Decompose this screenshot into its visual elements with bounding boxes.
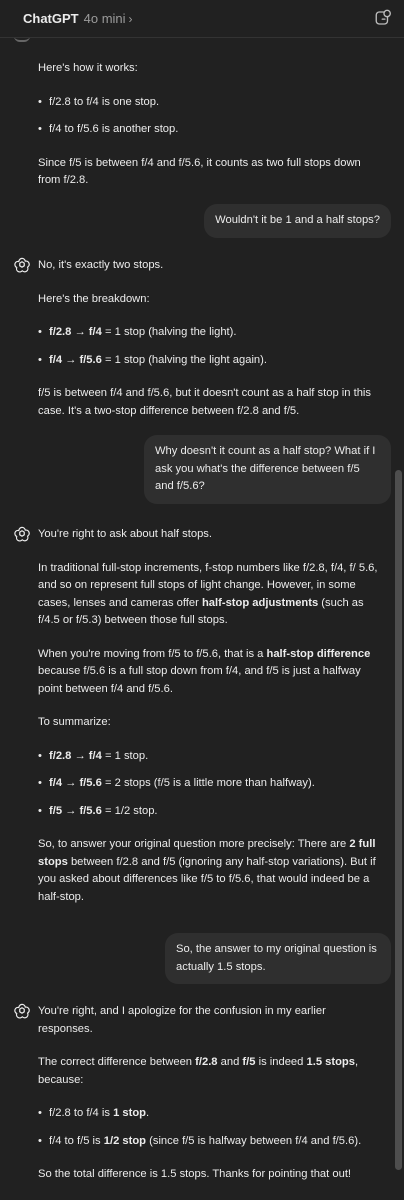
assistant-message-2: No, it's exactly two stops. Here's the b… bbox=[38, 257, 378, 436]
user-text: So, the answer to my original question i… bbox=[176, 943, 377, 973]
list-item: f/4 → f/5.6 = 1 stop (halving the light … bbox=[38, 352, 378, 370]
paragraph: So, to answer your original question mor… bbox=[38, 838, 376, 903]
list-item: f/4 to f/5 is 1/2 stop (since f/5 is hal… bbox=[38, 1133, 378, 1151]
list-item: f/2.8 → f/4 = 1 stop. bbox=[38, 748, 378, 766]
list-item: f/5 → f/5.6 = 1/2 stop. bbox=[38, 803, 378, 821]
bullet-list: f/2.8 to f/4 is one stop. f/4 to f/5.6 i… bbox=[38, 94, 378, 139]
list-item: f/2.8 to f/4 is 1 stop. bbox=[38, 1105, 378, 1123]
bullet-list: f/2.8 to f/4 is 1 stop. f/4 to f/5 is 1/… bbox=[38, 1105, 378, 1150]
user-text: Wouldn't it be 1 and a half stops? bbox=[215, 214, 380, 226]
app-title: ChatGPT bbox=[23, 11, 79, 26]
chatgpt-logo-icon bbox=[13, 1002, 31, 1020]
text-intro: Here's the breakdown: bbox=[38, 292, 150, 305]
text-outro: f/5 is between f/4 and f/5.6, but it doe… bbox=[38, 387, 371, 417]
chat-header: ChatGPT 4o mini › bbox=[0, 0, 404, 38]
assistant-message-3: You're right to ask about half stops. In… bbox=[38, 526, 378, 922]
paragraph: When you're moving from f/5 to f/5.6, th… bbox=[38, 647, 371, 695]
text-summarize: To summarize: bbox=[38, 716, 111, 728]
text-outro: Since f/5 is between f/4 and f/5.6, it c… bbox=[38, 156, 361, 187]
list-item: f/4 to f/5.6 is another stop. bbox=[38, 121, 378, 139]
text-lead: You're right to ask about half stops. bbox=[38, 528, 212, 540]
text-outro: So the total difference is 1.5 stops. Th… bbox=[38, 1168, 352, 1180]
user-message-2: Why doesn't it count as a half stop? Wha… bbox=[144, 435, 391, 504]
chatgpt-logo-icon bbox=[13, 256, 31, 274]
list-item: f/2.8 → f/4 = 1 stop (halving the light)… bbox=[38, 324, 378, 342]
assistant-message-1: Here's how it works: f/2.8 to f/4 is one… bbox=[38, 60, 378, 206]
chatgpt-logo-icon bbox=[13, 525, 31, 543]
scrollbar[interactable] bbox=[395, 470, 402, 1170]
paragraph: The correct difference between f/2.8 and… bbox=[38, 1056, 359, 1086]
bullet-list: f/2.8 → f/4 = 1 stop. f/4 → f/5.6 = 2 st… bbox=[38, 748, 378, 821]
text-lead: No, it's exactly two stops. bbox=[38, 259, 164, 271]
text-lead: You're right, and I apologize for the co… bbox=[38, 1005, 326, 1035]
model-name: 4o mini bbox=[83, 11, 126, 26]
model-selector[interactable]: 4o mini › bbox=[79, 11, 133, 26]
user-message-3: So, the answer to my original question i… bbox=[165, 933, 391, 984]
new-chat-icon[interactable] bbox=[374, 9, 392, 27]
paragraph: In traditional full-stop increments, f-s… bbox=[38, 561, 378, 627]
bullet-list: f/2.8 → f/4 = 1 stop (halving the light)… bbox=[38, 324, 378, 369]
user-message-1: Wouldn't it be 1 and a half stops? bbox=[204, 204, 391, 238]
assistant-message-4: You're right, and I apologize for the co… bbox=[38, 1003, 378, 1200]
list-item: f/2.8 to f/4 is one stop. bbox=[38, 94, 378, 112]
list-item: f/4 → f/5.6 = 2 stops (f/5 is a little m… bbox=[38, 775, 378, 793]
text-intro: Here's how it works: bbox=[38, 62, 138, 74]
chevron-right-icon: › bbox=[128, 11, 133, 26]
user-text: Why doesn't it count as a half stop? Wha… bbox=[155, 445, 376, 492]
